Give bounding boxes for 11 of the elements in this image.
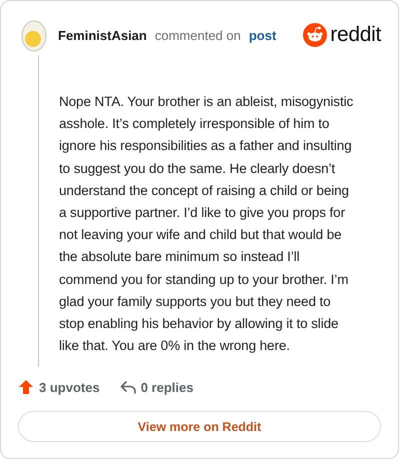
reply-count: 0 replies xyxy=(140,380,194,394)
view-more-button[interactable]: View more on Reddit xyxy=(18,411,381,442)
reply-icon[interactable] xyxy=(120,380,136,394)
action-text: commented on xyxy=(154,28,241,42)
upvote-count: 3 upvotes xyxy=(39,380,100,394)
comment-text: Nope NTA. Your brother is an ableist, misogynistic asshole. It’s completely irresponsible of him to ignore his responsibilities as a father and insulting to suggest you do the same. He clearly doesn’t understand the concept of raising a child or being a supportive partner. I’d like to give you props for not leaving your wife and child but that would be the absolute bare minimum so instead I’ll commend you for standing up to your brother. I’m glad your family supports you but they need to stop enabling his behavior by allowing it to slide like that. You are 0% in the wrong here. xyxy=(59,93,354,356)
post-link[interactable]: post xyxy=(248,28,276,42)
author-name: FeministAsian xyxy=(58,28,147,42)
upvote-icon[interactable] xyxy=(18,379,34,395)
reddit-logo-icon xyxy=(303,23,328,47)
brand-name: reddit xyxy=(330,23,381,47)
